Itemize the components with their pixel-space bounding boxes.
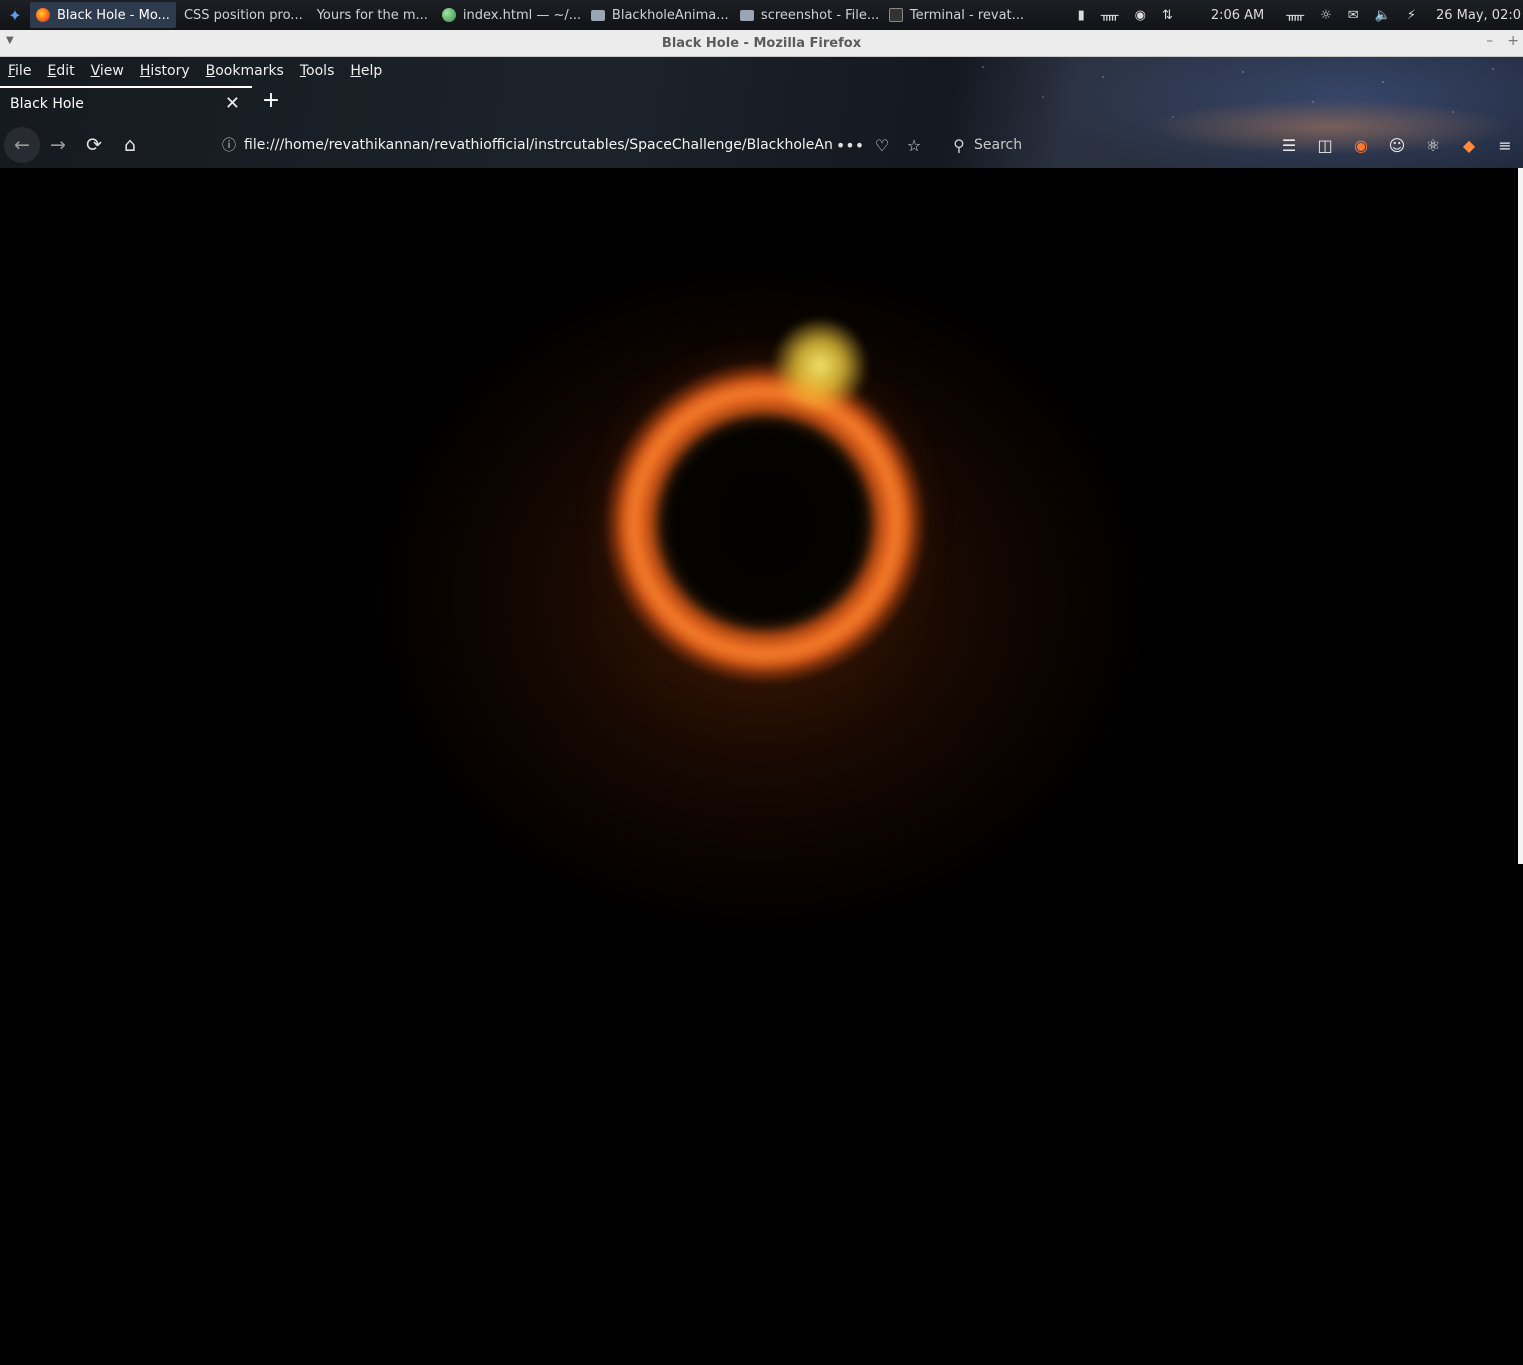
page-scrollbar[interactable] bbox=[1518, 168, 1523, 864]
metamask-icon[interactable]: ◆ bbox=[1451, 136, 1487, 155]
navigation-toolbar: ← → ⟳ ⌂ ⓘ file:///home/revathikannan/rev… bbox=[0, 125, 1523, 165]
site-info-icon[interactable]: ⓘ bbox=[214, 135, 244, 155]
taskbar-task-terminal[interactable]: Terminal - revat... bbox=[883, 2, 1030, 28]
task-label: CSS position pro... bbox=[183, 7, 303, 23]
taskbar-task-firefox[interactable]: Black Hole - Mo... bbox=[30, 2, 176, 28]
menu-help[interactable]: Help bbox=[342, 63, 390, 79]
screen-recorder-icon[interactable]: ◉ bbox=[1135, 8, 1146, 23]
pocket-icon[interactable]: ♡ bbox=[866, 136, 898, 155]
minimize-icon[interactable]: – bbox=[1486, 33, 1493, 49]
brightness-icon[interactable]: ☼ bbox=[1320, 8, 1332, 23]
menu-bar: File Edit View History Bookmarks Tools H… bbox=[0, 57, 390, 84]
toolbar-extensions: ☰ ◫ ◉ ☺ ⚛ ◆ ≡ bbox=[1271, 125, 1523, 165]
search-placeholder: Search bbox=[974, 137, 1023, 153]
forward-arrow-icon[interactable]: → bbox=[40, 127, 76, 163]
maximize-icon[interactable]: + bbox=[1507, 33, 1519, 49]
hamburger-menu-icon[interactable]: ≡ bbox=[1487, 136, 1523, 155]
bookmark-star-icon[interactable]: ☆ bbox=[898, 136, 930, 155]
home-icon[interactable]: ⌂ bbox=[112, 127, 148, 163]
network-transfer-icon[interactable]: ⇅ bbox=[1162, 8, 1173, 23]
account-icon[interactable]: ☺ bbox=[1379, 136, 1415, 155]
globe-icon bbox=[441, 8, 456, 22]
menu-view[interactable]: View bbox=[83, 63, 132, 79]
window-controls: – + bbox=[1486, 33, 1519, 49]
browser-chrome: File Edit View History Bookmarks Tools H… bbox=[0, 57, 1523, 168]
window-menu-chevron-icon[interactable]: ▼ bbox=[6, 35, 14, 46]
black-hole-scene bbox=[0, 168, 1518, 988]
taskbar-task-chrome-yours[interactable]: Yours for the m... bbox=[0, 2, 434, 71]
black-hole-hotspot bbox=[770, 318, 870, 413]
page-actions-icon[interactable]: ••• bbox=[834, 136, 866, 155]
tab-black-hole[interactable]: Black Hole ✕ bbox=[0, 86, 252, 120]
search-icon: ⚲ bbox=[953, 135, 965, 155]
folder-icon bbox=[739, 9, 754, 21]
os-taskbar: ✦ Black Hole - Mo... CSS position pro...… bbox=[0, 0, 1523, 71]
window-titlebar[interactable]: ▼ Black Hole - Mozilla Firefox – + bbox=[0, 30, 1523, 57]
taskbar-task-chrome-css[interactable]: CSS position pro... bbox=[0, 2, 309, 71]
folder-icon bbox=[590, 9, 605, 21]
tab-title: Black Hole bbox=[10, 96, 84, 112]
task-label: BlackholeAnima... bbox=[611, 7, 729, 23]
taskbar-task-folder-screenshot[interactable]: screenshot - File... bbox=[734, 2, 881, 28]
menu-tools[interactable]: Tools bbox=[292, 63, 343, 79]
page-viewport bbox=[0, 168, 1523, 1365]
terminal-icon bbox=[888, 8, 903, 22]
task-label: index.html — ~/... bbox=[462, 7, 582, 23]
battery-icon[interactable]: ▮ bbox=[1078, 8, 1085, 23]
app-menu-icon[interactable]: ✦ bbox=[0, 0, 30, 30]
power-icon[interactable]: ⚡ bbox=[1407, 8, 1416, 23]
task-label: Terminal - revat... bbox=[909, 7, 1025, 23]
library-icon[interactable]: ☰ bbox=[1271, 136, 1307, 155]
menu-bookmarks[interactable]: Bookmarks bbox=[198, 63, 292, 79]
sidebar-icon[interactable]: ◫ bbox=[1307, 136, 1343, 155]
new-tab-plus-icon[interactable]: + bbox=[260, 88, 282, 113]
taskbar-task-editor[interactable]: index.html — ~/... bbox=[436, 2, 583, 28]
volume-icon[interactable]: 🔈 bbox=[1375, 8, 1391, 23]
react-devtools-icon[interactable]: ⚛ bbox=[1415, 136, 1451, 155]
close-tab-icon[interactable]: ✕ bbox=[225, 93, 240, 114]
task-label: Yours for the m... bbox=[316, 7, 428, 23]
mail-icon[interactable]: ✉ bbox=[1348, 8, 1359, 23]
bluetooth-icon[interactable]: ᚅ bbox=[1101, 8, 1119, 23]
window-title: Black Hole - Mozilla Firefox bbox=[661, 35, 862, 51]
system-tray: ▮ ᚅ ◉ ⇅ 2:06 AM ᚅ ☼ ✉ 🔈 ⚡ 26 May, 02:0 bbox=[1070, 0, 1523, 30]
black-hole-accretion-ring bbox=[555, 308, 975, 738]
tab-strip: Black Hole ✕ + bbox=[0, 86, 1523, 120]
url-text[interactable]: file:///home/revathikannan/revathioffici… bbox=[244, 137, 834, 153]
taskbar-task-folder-blackhole[interactable]: BlackholeAnima... bbox=[585, 2, 732, 28]
reload-icon[interactable]: ⟳ bbox=[76, 127, 112, 163]
firefox-icon bbox=[36, 8, 50, 22]
menu-history[interactable]: History bbox=[132, 63, 198, 79]
url-bar[interactable]: ⓘ file:///home/revathikannan/revathioffi… bbox=[214, 129, 934, 161]
clock-time[interactable]: 2:06 AM bbox=[1211, 8, 1264, 23]
task-label: Black Hole - Mo... bbox=[57, 7, 170, 23]
search-box[interactable]: ⚲ Search bbox=[944, 129, 1206, 161]
clock-date[interactable]: 26 May, 02:0 bbox=[1436, 8, 1521, 23]
privacy-badger-icon[interactable]: ◉ bbox=[1343, 136, 1379, 155]
back-arrow-icon[interactable]: ← bbox=[4, 127, 40, 163]
bluetooth-tray-icon[interactable]: ᚅ bbox=[1286, 8, 1304, 23]
task-label: screenshot - File... bbox=[760, 7, 880, 23]
menu-file[interactable]: File bbox=[0, 63, 39, 79]
menu-edit[interactable]: Edit bbox=[39, 63, 82, 79]
